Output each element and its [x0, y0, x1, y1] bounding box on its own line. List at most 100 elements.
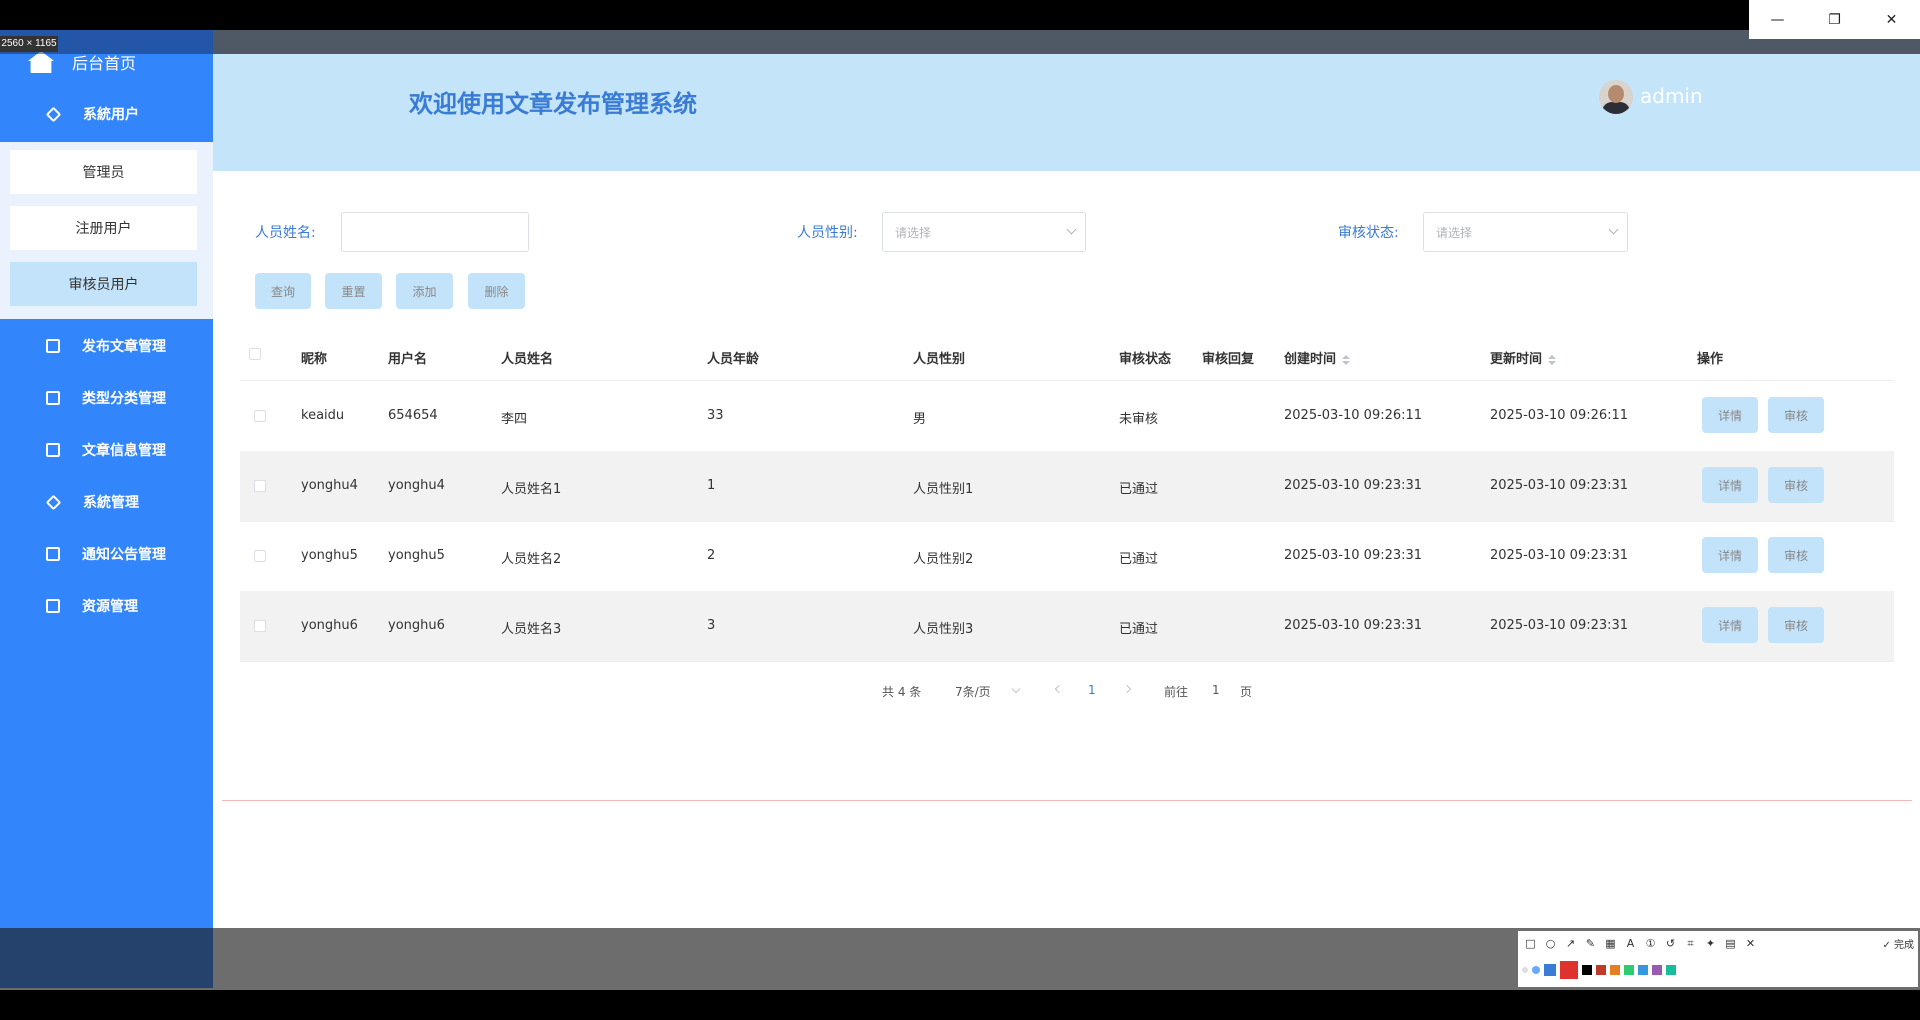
cell-nickname: yonghu4	[301, 478, 358, 493]
color-swatch[interactable]	[1652, 965, 1662, 975]
cell-username: yonghu4	[388, 478, 445, 493]
status-select-placeholder: 请选择	[1436, 225, 1473, 240]
pagination-current-page[interactable]: 1	[1088, 683, 1096, 697]
ellipse-icon[interactable]: ○	[1542, 935, 1559, 952]
detail-button[interactable]: 详情	[1702, 397, 1758, 433]
col-updated[interactable]: 更新时间	[1490, 348, 1557, 367]
capture-tools: □ ○ ↗ ✎ ▦ A ① ↺ ⌗ ✦ ▤ ✕	[1522, 935, 1759, 952]
detail-button[interactable]: 详情	[1702, 467, 1758, 503]
color-swatch[interactable]	[1596, 965, 1606, 975]
reset-button[interactable]: 重置	[325, 273, 382, 309]
pagination-goto-suffix: 页	[1240, 685, 1253, 699]
select-all-checkbox[interactable]	[249, 348, 261, 360]
size-large-swatch[interactable]	[1544, 964, 1556, 976]
gender-select[interactable]: 请选择	[882, 212, 1086, 252]
avatar[interactable]	[1599, 80, 1633, 114]
name-input[interactable]	[341, 212, 529, 252]
sidebar-item-notice[interactable]: 通知公告管理	[0, 534, 213, 574]
row-checkbox[interactable]	[254, 410, 266, 422]
cell-gender: 人员性别2	[913, 552, 974, 567]
cell-created: 2025-03-10 09:23:31	[1284, 618, 1423, 633]
close-icon[interactable]: ✕	[1863, 0, 1920, 39]
col-username: 用户名	[388, 352, 428, 367]
sidebar-item-category[interactable]: 类型分类管理	[0, 378, 213, 418]
mosaic-icon[interactable]: ▦	[1602, 935, 1619, 952]
cell-nickname: yonghu5	[301, 548, 358, 563]
cell-status: 已通过	[1119, 552, 1159, 567]
crop-icon[interactable]: ⌗	[1682, 935, 1699, 952]
color-swatch[interactable]	[1666, 965, 1676, 975]
maximize-icon[interactable]: ❐	[1806, 0, 1863, 39]
status-label: 审核状态:	[1338, 225, 1399, 241]
pin-icon[interactable]: ✦	[1702, 935, 1719, 952]
undo-icon[interactable]: ↺	[1662, 935, 1679, 952]
col-created[interactable]: 创建时间	[1284, 348, 1351, 367]
color-swatch[interactable]	[1624, 965, 1634, 975]
pagination-goto-prefix: 前往	[1164, 685, 1189, 699]
done-label: 完成	[1894, 940, 1914, 951]
sidebar-item-article-publish[interactable]: 发布文章管理	[0, 326, 213, 366]
sidebar-item-label: 通知公告管理	[82, 547, 166, 563]
username[interactable]: admin	[1640, 84, 1703, 108]
pen-icon[interactable]: ✎	[1582, 935, 1599, 952]
detail-button[interactable]: 详情	[1702, 607, 1758, 643]
sidebar-item-system-users[interactable]: 系統用户	[0, 94, 213, 134]
chevron-down-icon	[1066, 224, 1077, 235]
rect-icon[interactable]: □	[1522, 935, 1539, 952]
audit-button[interactable]: 审核	[1768, 397, 1824, 433]
row-checkbox[interactable]	[254, 620, 266, 632]
size-medium-swatch[interactable]	[1532, 966, 1540, 974]
cell-status: 已通过	[1119, 622, 1159, 637]
row-checkbox[interactable]	[254, 480, 266, 492]
current-color-swatch[interactable]	[1560, 961, 1578, 979]
close-icon[interactable]: ✕	[1742, 935, 1759, 952]
cell-gender: 人员性别1	[913, 482, 974, 497]
color-swatch[interactable]	[1638, 965, 1648, 975]
pagination-page-size[interactable]: 7条/页	[955, 683, 991, 700]
number-icon[interactable]: ①	[1642, 935, 1659, 952]
arrow-icon[interactable]: ↗	[1562, 935, 1579, 952]
sort-icon[interactable]	[1548, 354, 1557, 365]
sidebar-subitem-reviewer[interactable]: 审核员用户	[10, 262, 197, 306]
page-title: 欢迎使用文章发布管理系统	[409, 90, 697, 118]
audit-button[interactable]: 审核	[1768, 537, 1824, 573]
sidebar-item-article-info[interactable]: 文章信息管理	[0, 430, 213, 470]
audit-button[interactable]: 审核	[1768, 467, 1824, 503]
media-icon	[46, 599, 60, 613]
edit-icon	[46, 339, 60, 353]
sidebar: 后台首页 系統用户 管理员 注册用户 审核员用户 发布文章管理 类型分类管理 文…	[0, 30, 213, 988]
status-select[interactable]: 请选择	[1423, 212, 1628, 252]
capture-toolbar: □ ○ ↗ ✎ ▦ A ① ↺ ⌗ ✦ ▤ ✕ ✓ 完成	[1518, 931, 1918, 987]
row-checkbox[interactable]	[254, 550, 266, 562]
sidebar-item-label: 系統管理	[83, 495, 139, 511]
color-swatch[interactable]	[1582, 965, 1592, 975]
sidebar-subitem-label: 注册用户	[75, 221, 132, 237]
desktop-top-bar	[0, 0, 1920, 30]
sidebar-item-system[interactable]: 系統管理	[0, 482, 213, 522]
minimize-icon[interactable]: —	[1749, 0, 1806, 39]
detail-button[interactable]: 详情	[1702, 537, 1758, 573]
sidebar-item-resource[interactable]: 资源管理	[0, 586, 213, 626]
delete-button[interactable]: 删除	[468, 273, 525, 309]
sidebar-item-label: 发布文章管理	[82, 339, 166, 355]
cell-nickname: keaidu	[301, 408, 345, 423]
color-swatch[interactable]	[1610, 965, 1620, 975]
query-button[interactable]: 查询	[255, 273, 311, 309]
sidebar-subitem-admin[interactable]: 管理员	[10, 150, 197, 194]
table-row: yonghu6 yonghu6 人员姓名3 3 人员性别3 已通过 2025-0…	[240, 591, 1894, 662]
cell-name: 人员姓名1	[501, 482, 562, 497]
cell-username: yonghu6	[388, 618, 445, 633]
audit-button[interactable]: 审核	[1768, 607, 1824, 643]
avatar-face	[1608, 85, 1624, 103]
pagination-goto-input[interactable]: 1	[1212, 683, 1220, 697]
sidebar-item-label: 类型分类管理	[82, 391, 166, 407]
save-icon[interactable]: ▤	[1722, 935, 1739, 952]
size-small-swatch[interactable]	[1522, 967, 1528, 973]
cell-age: 1	[707, 478, 716, 493]
done-button[interactable]: ✓ 完成	[1882, 936, 1914, 951]
text-icon[interactable]: A	[1622, 935, 1639, 952]
add-button[interactable]: 添加	[396, 273, 453, 309]
avatar-suit	[1602, 102, 1630, 114]
sidebar-subitem-registered[interactable]: 注册用户	[10, 206, 197, 250]
sort-icon[interactable]	[1342, 354, 1351, 365]
